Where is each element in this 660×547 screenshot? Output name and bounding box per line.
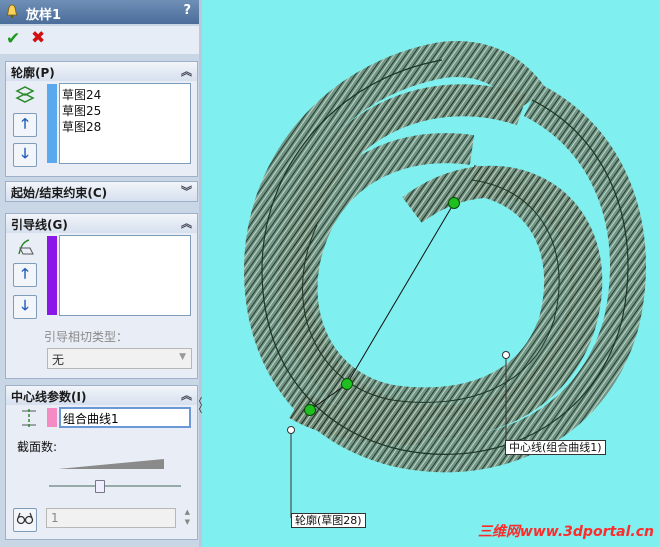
watermark-text: 三维网www.3dportal.cn (477, 524, 654, 540)
move-down-button[interactable]: 🡓 (13, 143, 37, 167)
profile-section-header[interactable]: 轮廓(P) ︽ (5, 61, 198, 82)
guides-list[interactable] (59, 235, 191, 316)
collapse-chevron-icon[interactable]: ︽ (181, 63, 192, 79)
tangency-type-select[interactable]: 无 ▼ (47, 348, 192, 369)
sections-slider-thumb[interactable] (95, 480, 106, 493)
action-row: ✔ ✖ (0, 26, 199, 54)
feature-title: 放样1 (26, 8, 62, 23)
tangency-type-label: 引导相切类型： (44, 330, 129, 344)
loft-body (243, 41, 646, 473)
profile-anchor (287, 426, 295, 434)
graphics-viewport[interactable] (202, 0, 660, 547)
spin-up-icon[interactable]: ▲ (185, 508, 190, 516)
move-up-button[interactable]: 🡑 (13, 113, 37, 137)
title-bar: 放样1 ? (0, 0, 199, 24)
collapse-chevron-icon[interactable]: ︽ (181, 387, 192, 403)
expand-chevron-icon[interactable]: ︾ (181, 183, 192, 199)
list-item[interactable]: 草图24 (62, 86, 101, 103)
help-button[interactable]: ? (183, 3, 191, 18)
centerline-value: 组合曲线1 (63, 412, 119, 426)
spin-down-icon[interactable]: ▼ (185, 518, 190, 526)
sections-count-label: 截面数: (17, 440, 58, 454)
guides-color-bar (47, 236, 57, 315)
tangency-type-value: 无 (52, 353, 65, 367)
loft-feature-icon (6, 4, 18, 18)
profile-section-title: 轮廓(P) (11, 66, 55, 80)
glasses-icon (16, 512, 34, 525)
dropdown-arrow-icon: ▼ (179, 352, 186, 362)
centerline-section-title: 中心线参数(I) (11, 390, 87, 404)
slider-ramp-icon (58, 459, 164, 469)
constraints-section-title: 起始/结束约束(C) (11, 186, 108, 200)
sections-slider-track[interactable] (49, 485, 181, 487)
cancel-button[interactable]: ✖ (31, 28, 45, 48)
sections-count-value: 1 (51, 511, 59, 525)
centerline-anchor (502, 351, 510, 359)
view-sections-button[interactable] (13, 508, 37, 532)
sections-count-input[interactable]: 1 (46, 508, 176, 528)
centerline-section-header[interactable]: 中心线参数(I) ︽ (5, 385, 198, 406)
midpoint-handle[interactable] (341, 378, 353, 390)
guides-section-body: 🡑 🡓 引导相切类型： 无 ▼ (5, 233, 198, 379)
guides-section-title: 引导线(G) (11, 218, 68, 232)
collapse-chevron-icon[interactable]: ︽ (181, 215, 192, 231)
start-handle[interactable] (304, 404, 316, 416)
centerline-section-body: 组合曲线1 截面数: 1 ▲ ▼ (5, 405, 198, 540)
constraints-section-header[interactable]: 起始/结束约束(C) ︾ (5, 181, 198, 202)
profile-callout[interactable]: 轮廓(草图28) (291, 513, 366, 528)
profile-selection-icon (15, 86, 35, 103)
move-up-button[interactable]: 🡑 (13, 263, 37, 287)
profile-list[interactable]: 草图24 草图25 草图28 (59, 83, 191, 164)
centerline-callout[interactable]: 中心线(组合曲线1) (505, 440, 606, 455)
list-item[interactable]: 草图28 (62, 118, 101, 135)
centerline-field[interactable]: 组合曲线1 (59, 407, 191, 428)
property-manager-panel: 放样1 ? ✔ ✖ 轮廓(P) ︽ 🡑 🡓 草图24 草图25 草图28 起始/… (0, 0, 200, 547)
move-down-button[interactable]: 🡓 (13, 295, 37, 319)
guide-curve-icon (18, 239, 34, 255)
centerline-icon (22, 409, 36, 427)
guides-section-header[interactable]: 引导线(G) ︽ (5, 213, 198, 234)
profile-section-body: 🡑 🡓 草图24 草图25 草图28 (5, 81, 198, 177)
list-item[interactable]: 草图25 (62, 102, 101, 119)
profile-color-bar (47, 84, 57, 163)
endpoint-handle[interactable] (448, 197, 460, 209)
ok-button[interactable]: ✔ (6, 29, 20, 49)
centerline-color-bar (47, 408, 57, 427)
